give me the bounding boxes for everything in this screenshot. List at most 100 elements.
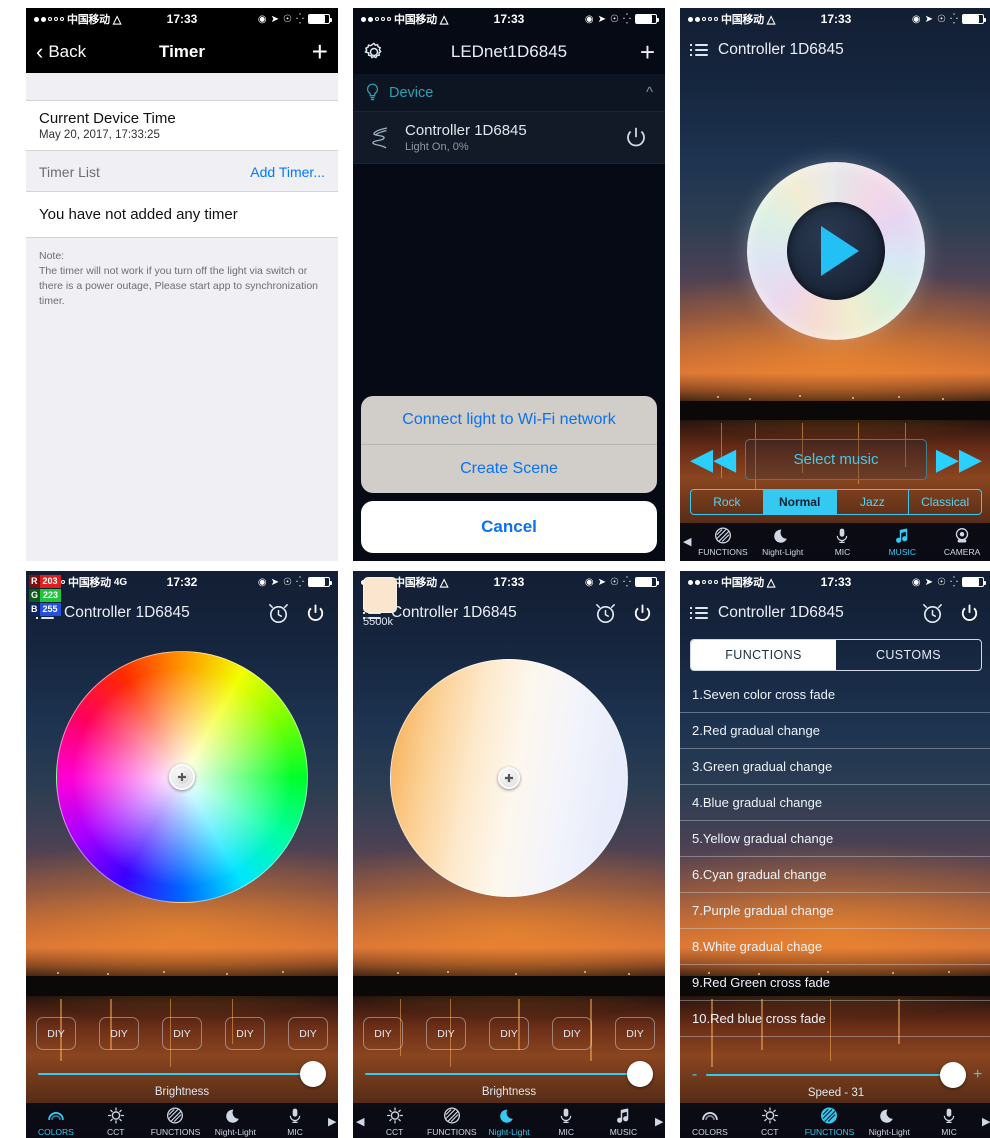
tab-scroll-right-icon[interactable]: ▶	[325, 1115, 338, 1128]
tab-mic[interactable]: MIC	[265, 1106, 325, 1137]
tab-colors[interactable]: COLORS	[26, 1106, 86, 1137]
add-timer-plus-button[interactable]: +	[312, 37, 328, 66]
power-icon[interactable]	[303, 601, 328, 626]
slider-thumb[interactable]	[940, 1062, 966, 1088]
tab-functions[interactable]: FUNCTIONS	[146, 1106, 206, 1137]
cct-wheel[interactable]: ✚	[390, 659, 628, 897]
tab-colors[interactable]: COLORS	[680, 1106, 740, 1137]
add-timer-link[interactable]: Add Timer...	[250, 164, 325, 180]
cancel-button[interactable]: Cancel	[361, 501, 657, 553]
slider-thumb[interactable]	[300, 1061, 326, 1087]
tab-scroll-right-icon[interactable]: ▶	[652, 1115, 665, 1128]
tab-music[interactable]: MUSIC	[595, 1106, 652, 1137]
blue-value: 255	[39, 603, 61, 616]
diy-button[interactable]: DIY	[489, 1017, 529, 1050]
tab-cct[interactable]: CCT	[366, 1106, 423, 1137]
slider-thumb[interactable]	[627, 1061, 653, 1087]
list-item[interactable]: 1.Seven color cross fade	[680, 677, 990, 713]
tab-cct[interactable]: CCT	[740, 1106, 800, 1137]
device-group-header[interactable]: Device ^	[353, 74, 665, 112]
tab-camera[interactable]: CAMERA	[932, 526, 990, 557]
list-item[interactable]: 10.Red blue cross fade	[680, 1001, 990, 1037]
tab-mic[interactable]: MIC	[919, 1106, 979, 1137]
rewind-icon[interactable]: ◀◀	[690, 444, 736, 475]
tab-functions[interactable]: FUNCTIONS	[423, 1106, 480, 1137]
panel-filler	[26, 319, 338, 561]
bottom-tab-bar: COLORS CCT FUNCTIONS Night-Light MIC ▶	[26, 1103, 338, 1138]
speed-increase-button[interactable]: +	[973, 1067, 982, 1083]
diy-button[interactable]: DIY	[225, 1017, 265, 1050]
brightness-slider[interactable]	[38, 1061, 326, 1087]
tab-label: Night-Light	[868, 1127, 910, 1137]
list-item[interactable]: 4.Blue gradual change	[680, 785, 990, 821]
functions-list[interactable]: 1.Seven color cross fade 2.Red gradual c…	[680, 677, 990, 1055]
diy-button[interactable]: DIY	[426, 1017, 466, 1050]
list-item[interactable]: 8.White gradual chage	[680, 929, 990, 965]
menu-list-icon[interactable]	[690, 41, 708, 59]
create-scene-button[interactable]: Create Scene	[361, 444, 657, 493]
chevron-up-icon[interactable]: ^	[646, 84, 653, 101]
tab-label: FUNCTIONS	[804, 1127, 855, 1137]
mode-classical[interactable]: Classical	[909, 490, 981, 514]
speed-decrease-button[interactable]: -	[690, 1067, 699, 1083]
speed-slider[interactable]	[706, 1062, 966, 1088]
device-row[interactable]: Controller 1D6845 Light On, 0%	[353, 112, 665, 164]
tab-functions[interactable]: FUNCTIONS	[693, 526, 753, 557]
tab-mic[interactable]: MIC	[538, 1106, 595, 1137]
tab-scroll-right-icon[interactable]: ▶	[979, 1115, 990, 1128]
diy-button[interactable]: DIY	[99, 1017, 139, 1050]
back-button[interactable]: ‹ Back	[36, 40, 86, 63]
mode-jazz[interactable]: Jazz	[837, 490, 910, 514]
tab-night-light[interactable]: Night-Light	[205, 1106, 265, 1137]
power-icon[interactable]	[621, 123, 651, 153]
mode-normal[interactable]: Normal	[763, 490, 837, 514]
music-disc[interactable]	[747, 162, 925, 340]
tab-night-light[interactable]: Night-Light	[480, 1106, 537, 1137]
status-bar: 中国移动 △ 17:33 ◉ ➤ ☉ ⁛	[680, 571, 990, 593]
list-item[interactable]: 9.Red Green cross fade	[680, 965, 990, 1001]
tab-scroll-left-icon[interactable]: ◀	[353, 1115, 366, 1128]
segment-customs[interactable]: CUSTOMS	[836, 640, 981, 670]
diy-button[interactable]: DIY	[615, 1017, 655, 1050]
brightness-label: Brightness	[154, 1086, 210, 1098]
mode-rock[interactable]: Rock	[691, 490, 764, 514]
moon-icon	[773, 529, 787, 543]
list-item[interactable]: 5.Yellow gradual change	[680, 821, 990, 857]
tab-night-light[interactable]: Night-Light	[753, 526, 813, 557]
cct-picker-knob[interactable]: ✚	[498, 767, 520, 789]
tab-cct[interactable]: CCT	[86, 1106, 146, 1137]
brightness-slider[interactable]	[365, 1061, 653, 1087]
tab-scroll-left-icon[interactable]: ◀	[680, 535, 693, 548]
connect-wifi-button[interactable]: Connect light to Wi-Fi network	[361, 396, 657, 444]
tab-functions[interactable]: FUNCTIONS	[800, 1106, 860, 1137]
alarm-icon[interactable]	[593, 601, 618, 626]
red-value: 203	[39, 575, 61, 588]
select-music-button[interactable]: Select music	[745, 439, 927, 480]
segment-functions[interactable]: FUNCTIONS	[691, 640, 836, 670]
alarm-icon[interactable]	[266, 601, 291, 626]
list-item[interactable]: 6.Cyan gradual change	[680, 857, 990, 893]
menu-list-icon[interactable]	[690, 604, 708, 622]
list-item[interactable]: 2.Red gradual change	[680, 713, 990, 749]
rgb-red: R 203	[29, 575, 61, 588]
diy-button[interactable]: DIY	[552, 1017, 592, 1050]
play-icon[interactable]	[821, 226, 859, 276]
color-wheel[interactable]: ✚	[56, 651, 308, 903]
page-title: Controller 1D6845	[391, 604, 517, 621]
list-item[interactable]: 7.Purple gradual change	[680, 893, 990, 929]
diy-button[interactable]: DIY	[288, 1017, 328, 1050]
color-picker-knob[interactable]: ✚	[169, 764, 195, 790]
diy-button[interactable]: DIY	[36, 1017, 76, 1050]
tab-label: FUNCTIONS	[427, 1127, 477, 1137]
alarm-icon[interactable]	[920, 601, 945, 626]
green-value: 223	[40, 589, 62, 602]
tab-music[interactable]: MUSIC	[872, 526, 932, 557]
power-icon[interactable]	[957, 601, 982, 626]
diy-button[interactable]: DIY	[162, 1017, 202, 1050]
tab-mic[interactable]: MIC	[813, 526, 873, 557]
diy-button[interactable]: DIY	[363, 1017, 403, 1050]
list-item[interactable]: 3.Green gradual change	[680, 749, 990, 785]
power-icon[interactable]	[630, 601, 655, 626]
tab-night-light[interactable]: Night-Light	[859, 1106, 919, 1137]
fast-forward-icon[interactable]: ▶▶	[936, 444, 982, 475]
